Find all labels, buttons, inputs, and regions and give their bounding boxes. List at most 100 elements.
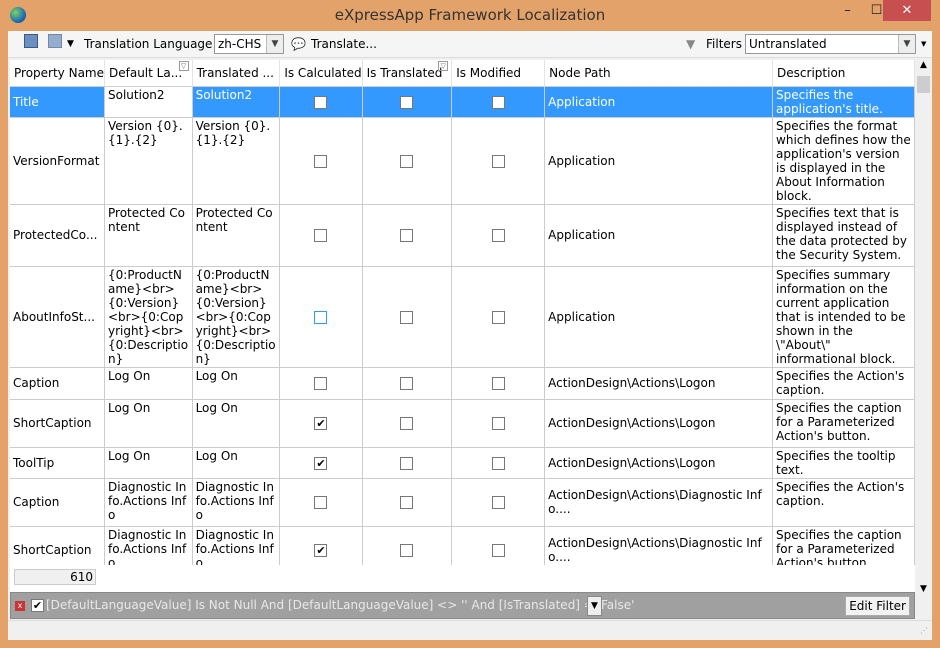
is-translated-checkbox[interactable] (400, 496, 414, 509)
translation-language-select[interactable]: zh-CHS ▼ (214, 34, 284, 54)
cell-node-path[interactable]: ActionDesign\Actions\Logon (544, 367, 774, 400)
close-button[interactable]: ✕ (883, 0, 931, 21)
cell-translated[interactable]: Diagnostic Info.Actions Info (192, 526, 281, 565)
cell-description[interactable]: Specifies the tooltip text. (772, 447, 915, 479)
column-header[interactable]: Description (772, 60, 915, 87)
cell-property-name[interactable]: AboutInfoSt... (10, 266, 105, 368)
cell-translated[interactable]: Version {0}.{1}.{2} (192, 117, 281, 205)
cell-default-language[interactable]: Log On (104, 399, 193, 448)
is-translated-checkbox[interactable] (400, 310, 414, 324)
cell-default-language[interactable]: Log On (104, 447, 193, 479)
cell-translated[interactable]: {0:ProductName}<br>{0:Version}<br>{0:Cop… (192, 266, 281, 368)
column-header[interactable]: Translated ... (192, 60, 281, 87)
cell-description[interactable]: Specifies the Action's caption. (772, 478, 915, 527)
table-row[interactable]: Caption Diagnostic Info.Actions Info Diagn… (10, 478, 915, 527)
cell-translated[interactable]: Protected Content (192, 204, 281, 267)
cell-translated[interactable]: Diagnostic Info.Actions Info (192, 478, 281, 527)
cell-description[interactable]: Specifies the caption for a Parameterize… (772, 399, 915, 448)
is-modified-checkbox[interactable] (491, 95, 505, 109)
resize-grip-icon[interactable]: ⋰ (920, 626, 928, 635)
toolbar-overflow-icon[interactable]: ▼ (921, 35, 926, 54)
cell-description[interactable]: Specifies the format which defines how t… (772, 117, 915, 205)
is-modified-checkbox[interactable] (491, 543, 505, 557)
is-translated-checkbox[interactable] (400, 543, 414, 557)
is-calculated-checkbox[interactable] (314, 496, 328, 509)
is-calculated-checkbox[interactable] (314, 154, 328, 168)
table-row[interactable]: VersionFormat Version {0}.{1}.{2} Version … (10, 117, 915, 205)
scroll-up-icon[interactable]: ▲ (915, 60, 932, 70)
cell-default-language[interactable]: Version {0}.{1}.{2} (104, 117, 193, 205)
is-modified-checkbox[interactable] (491, 417, 505, 430)
is-translated-checkbox[interactable] (400, 229, 414, 242)
column-header[interactable]: Default La... ▽ (104, 60, 193, 87)
scroll-thumb[interactable] (917, 76, 930, 93)
table-row[interactable]: ToolTip Log On Log On ✔ ActionDesign\Actions… (10, 447, 915, 479)
save-icon[interactable] (24, 34, 38, 48)
is-translated-checkbox[interactable] (400, 417, 414, 430)
filter-history-dropdown[interactable]: ▼ (587, 596, 602, 616)
cell-default-language[interactable]: Log On (104, 367, 193, 400)
column-filter-icon[interactable]: ▽ (438, 61, 449, 71)
cell-description[interactable]: Specifies the application's title. (772, 86, 915, 118)
column-header[interactable]: Is Calculated (279, 60, 363, 87)
clear-filter-icon[interactable]: x (15, 601, 25, 611)
filter-enabled-checkbox[interactable]: ✔ (31, 599, 44, 612)
is-calculated-checkbox[interactable]: ✔ (314, 456, 328, 470)
cell-property-name[interactable]: Caption (10, 367, 105, 400)
is-modified-checkbox[interactable] (491, 456, 505, 470)
filter-expression[interactable]: [DefaultLanguageValue] Is Not Null And [… (46, 598, 634, 612)
cell-translated[interactable]: Log On (192, 399, 281, 448)
column-header[interactable]: Node Path (544, 60, 774, 87)
is-modified-checkbox[interactable] (491, 496, 505, 509)
is-translated-checkbox[interactable] (400, 154, 414, 168)
cell-node-path[interactable]: Application (544, 266, 774, 368)
cell-description[interactable]: Specifies the Action's caption. (772, 367, 915, 400)
cell-translated[interactable]: Solution2 (192, 86, 281, 118)
column-header[interactable]: Is Translated ▽ (362, 60, 453, 87)
is-calculated-checkbox[interactable] (314, 310, 328, 324)
cell-node-path[interactable]: Application (544, 86, 774, 118)
is-modified-checkbox[interactable] (491, 377, 505, 390)
table-row[interactable]: ShortCaption Log On Log On ✔ ActionDesign\Ac… (10, 399, 915, 448)
is-calculated-checkbox[interactable] (314, 377, 328, 390)
is-calculated-checkbox[interactable] (314, 95, 328, 109)
cell-translated[interactable]: Log On (192, 447, 281, 479)
cell-property-name[interactable]: Title (10, 86, 105, 118)
cell-node-path[interactable]: ActionDesign\Actions\Diagnostic Info.... (544, 478, 774, 527)
is-translated-checkbox[interactable] (400, 377, 414, 390)
scroll-down-icon[interactable]: ▼ (915, 584, 932, 594)
cell-description[interactable]: Specifies text that is displayed instead… (772, 204, 915, 267)
cell-default-language[interactable]: Solution2 (104, 86, 193, 118)
column-filter-icon[interactable]: ▽ (178, 61, 189, 71)
column-header[interactable]: Is Modified (451, 60, 546, 87)
save-dropdown-arrow-icon[interactable]: ▼ (67, 35, 74, 54)
minimize-button[interactable]: – (833, 0, 862, 21)
cell-translated[interactable]: Log On (192, 367, 281, 400)
cell-node-path[interactable]: Application (544, 117, 774, 205)
cell-description[interactable]: Specifies summary information on the cur… (772, 266, 915, 368)
vertical-scrollbar[interactable]: ▲ ▼ (915, 60, 932, 622)
chevron-down-icon[interactable]: ▼ (266, 35, 283, 53)
cell-property-name[interactable]: Caption (10, 478, 105, 527)
cell-property-name[interactable]: VersionFormat (10, 117, 105, 205)
cell-default-language[interactable]: Diagnostic Info.Actions Info (104, 478, 193, 527)
is-translated-checkbox[interactable] (400, 456, 414, 470)
cell-default-language[interactable]: {0:ProductName}<br>{0:Version}<br>{0:Cop… (104, 266, 193, 368)
cell-property-name[interactable]: ProtectedCo... (10, 204, 105, 267)
table-row[interactable]: AboutInfoSt... {0:ProductName}<br>{0:Vers… (10, 266, 915, 368)
save-as-icon[interactable] (48, 34, 62, 48)
filters-select[interactable]: Untranslated ▼ (745, 34, 916, 54)
is-calculated-checkbox[interactable]: ✔ (314, 417, 328, 430)
is-translated-checkbox[interactable] (400, 95, 414, 109)
cell-property-name[interactable]: ShortCaption (10, 399, 105, 448)
cell-default-language[interactable]: Diagnostic Info.Actions Info (104, 526, 193, 565)
table-row[interactable]: ProtectedCo... Protected Content Protected… (10, 204, 915, 267)
cell-property-name[interactable]: ToolTip (10, 447, 105, 479)
cell-property-name[interactable]: ShortCaption (10, 526, 105, 565)
edit-filter-button[interactable]: Edit Filter (845, 596, 910, 616)
chevron-down-icon[interactable]: ▼ (898, 35, 915, 53)
translate-button[interactable]: Translate... (311, 35, 377, 54)
column-header[interactable]: Property Name (10, 60, 105, 87)
table-row[interactable]: Title Solution2 Solution2 Application Specif… (10, 86, 915, 118)
is-modified-checkbox[interactable] (491, 310, 505, 324)
